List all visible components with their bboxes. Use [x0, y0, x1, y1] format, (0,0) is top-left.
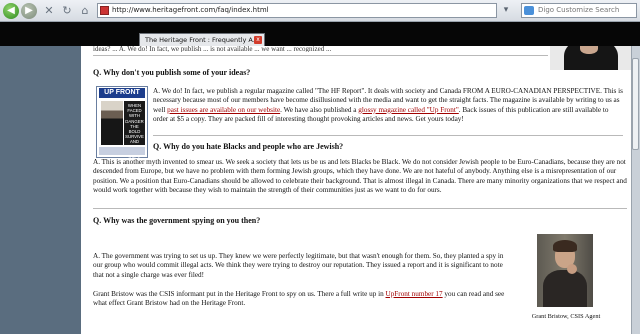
stop-icon[interactable]: ✕: [41, 3, 57, 19]
page-background-left: [0, 46, 81, 334]
answer-text: Grant Bristow was the CSIS informant put…: [93, 290, 386, 298]
refresh-icon[interactable]: ↻: [59, 3, 75, 19]
scrollbar-thumb[interactable]: [632, 58, 639, 150]
search-engine-icon[interactable]: [524, 6, 534, 15]
web-page: ideas? ... A. We do! In fact, we publish…: [81, 46, 631, 334]
question-heading: Q. Why was the government spying on you …: [93, 216, 261, 225]
answer-paragraph: A. We do! In fact, we publish a regular …: [153, 87, 623, 124]
answer-paragraph: A. The government was trying to set us u…: [93, 252, 504, 279]
answer-paragraph: A. This is another myth invented to smea…: [93, 158, 627, 194]
magazine-title: UP FRONT: [99, 88, 145, 98]
favicon-icon: [100, 6, 109, 15]
home-icon[interactable]: ⌂: [77, 3, 93, 19]
photo-hair: [553, 240, 577, 252]
forward-button[interactable]: ▶: [21, 3, 37, 19]
photo-caption: Grant Bristow, CSIS Agent: [531, 313, 601, 320]
magazine-footer: [99, 147, 145, 155]
top-right-photo: [550, 46, 631, 70]
tab-strip: [0, 22, 640, 46]
url-text: http://www.heritagefront.com/faq/index.h…: [112, 6, 269, 14]
cut-off-text: ideas? ... A. We do! In fact, we publish…: [93, 46, 332, 52]
url-input[interactable]: http://www.heritagefront.com/faq/index.h…: [97, 3, 497, 18]
up-front-link[interactable]: glossy magazine called "Up Front": [358, 106, 458, 114]
divider: [93, 208, 627, 209]
tab-close-icon[interactable]: x: [254, 36, 262, 44]
photo-hand: [567, 264, 577, 274]
browser-chrome: ◀ ▶ ✕ ↻ ⌂ http://www.heritagefront.com/f…: [0, 0, 640, 46]
upfront-17-link[interactable]: UpFront number 17: [386, 290, 443, 298]
question-heading: Q. Why don't you publish some of your id…: [93, 68, 251, 77]
tab-title: The Heritage Front : Frequently A...: [145, 36, 259, 44]
grant-bristow-photo: [537, 234, 593, 307]
browser-toolbar: ◀ ▶ ✕ ↻ ⌂ http://www.heritagefront.com/f…: [0, 0, 640, 22]
magazine-cover-image[interactable]: UP FRONT WHEN FACED WITH DANGER THE BOLD…: [96, 86, 148, 161]
question-heading: Q. Why do you hate Blacks and people who…: [153, 142, 344, 151]
divider: [93, 55, 548, 56]
magazine-slogan: WHEN FACED WITH DANGER THE BOLD SURVIVE …: [124, 101, 145, 161]
search-placeholder: Digo Customize Search: [538, 6, 620, 14]
tab-active[interactable]: The Heritage Front : Frequently A... x: [139, 33, 265, 46]
magazine-photo: [101, 101, 123, 145]
divider: [153, 135, 623, 136]
past-issues-link[interactable]: past issues are available on our website: [167, 106, 280, 114]
back-button[interactable]: ◀: [3, 3, 19, 19]
search-input[interactable]: Digo Customize Search: [521, 3, 637, 18]
answer-text: . We have also published a: [280, 105, 359, 114]
url-dropdown-icon[interactable]: ▾: [500, 4, 512, 17]
photo-body: [543, 270, 587, 307]
answer-paragraph: Grant Bristow was the CSIS informant put…: [93, 290, 513, 309]
